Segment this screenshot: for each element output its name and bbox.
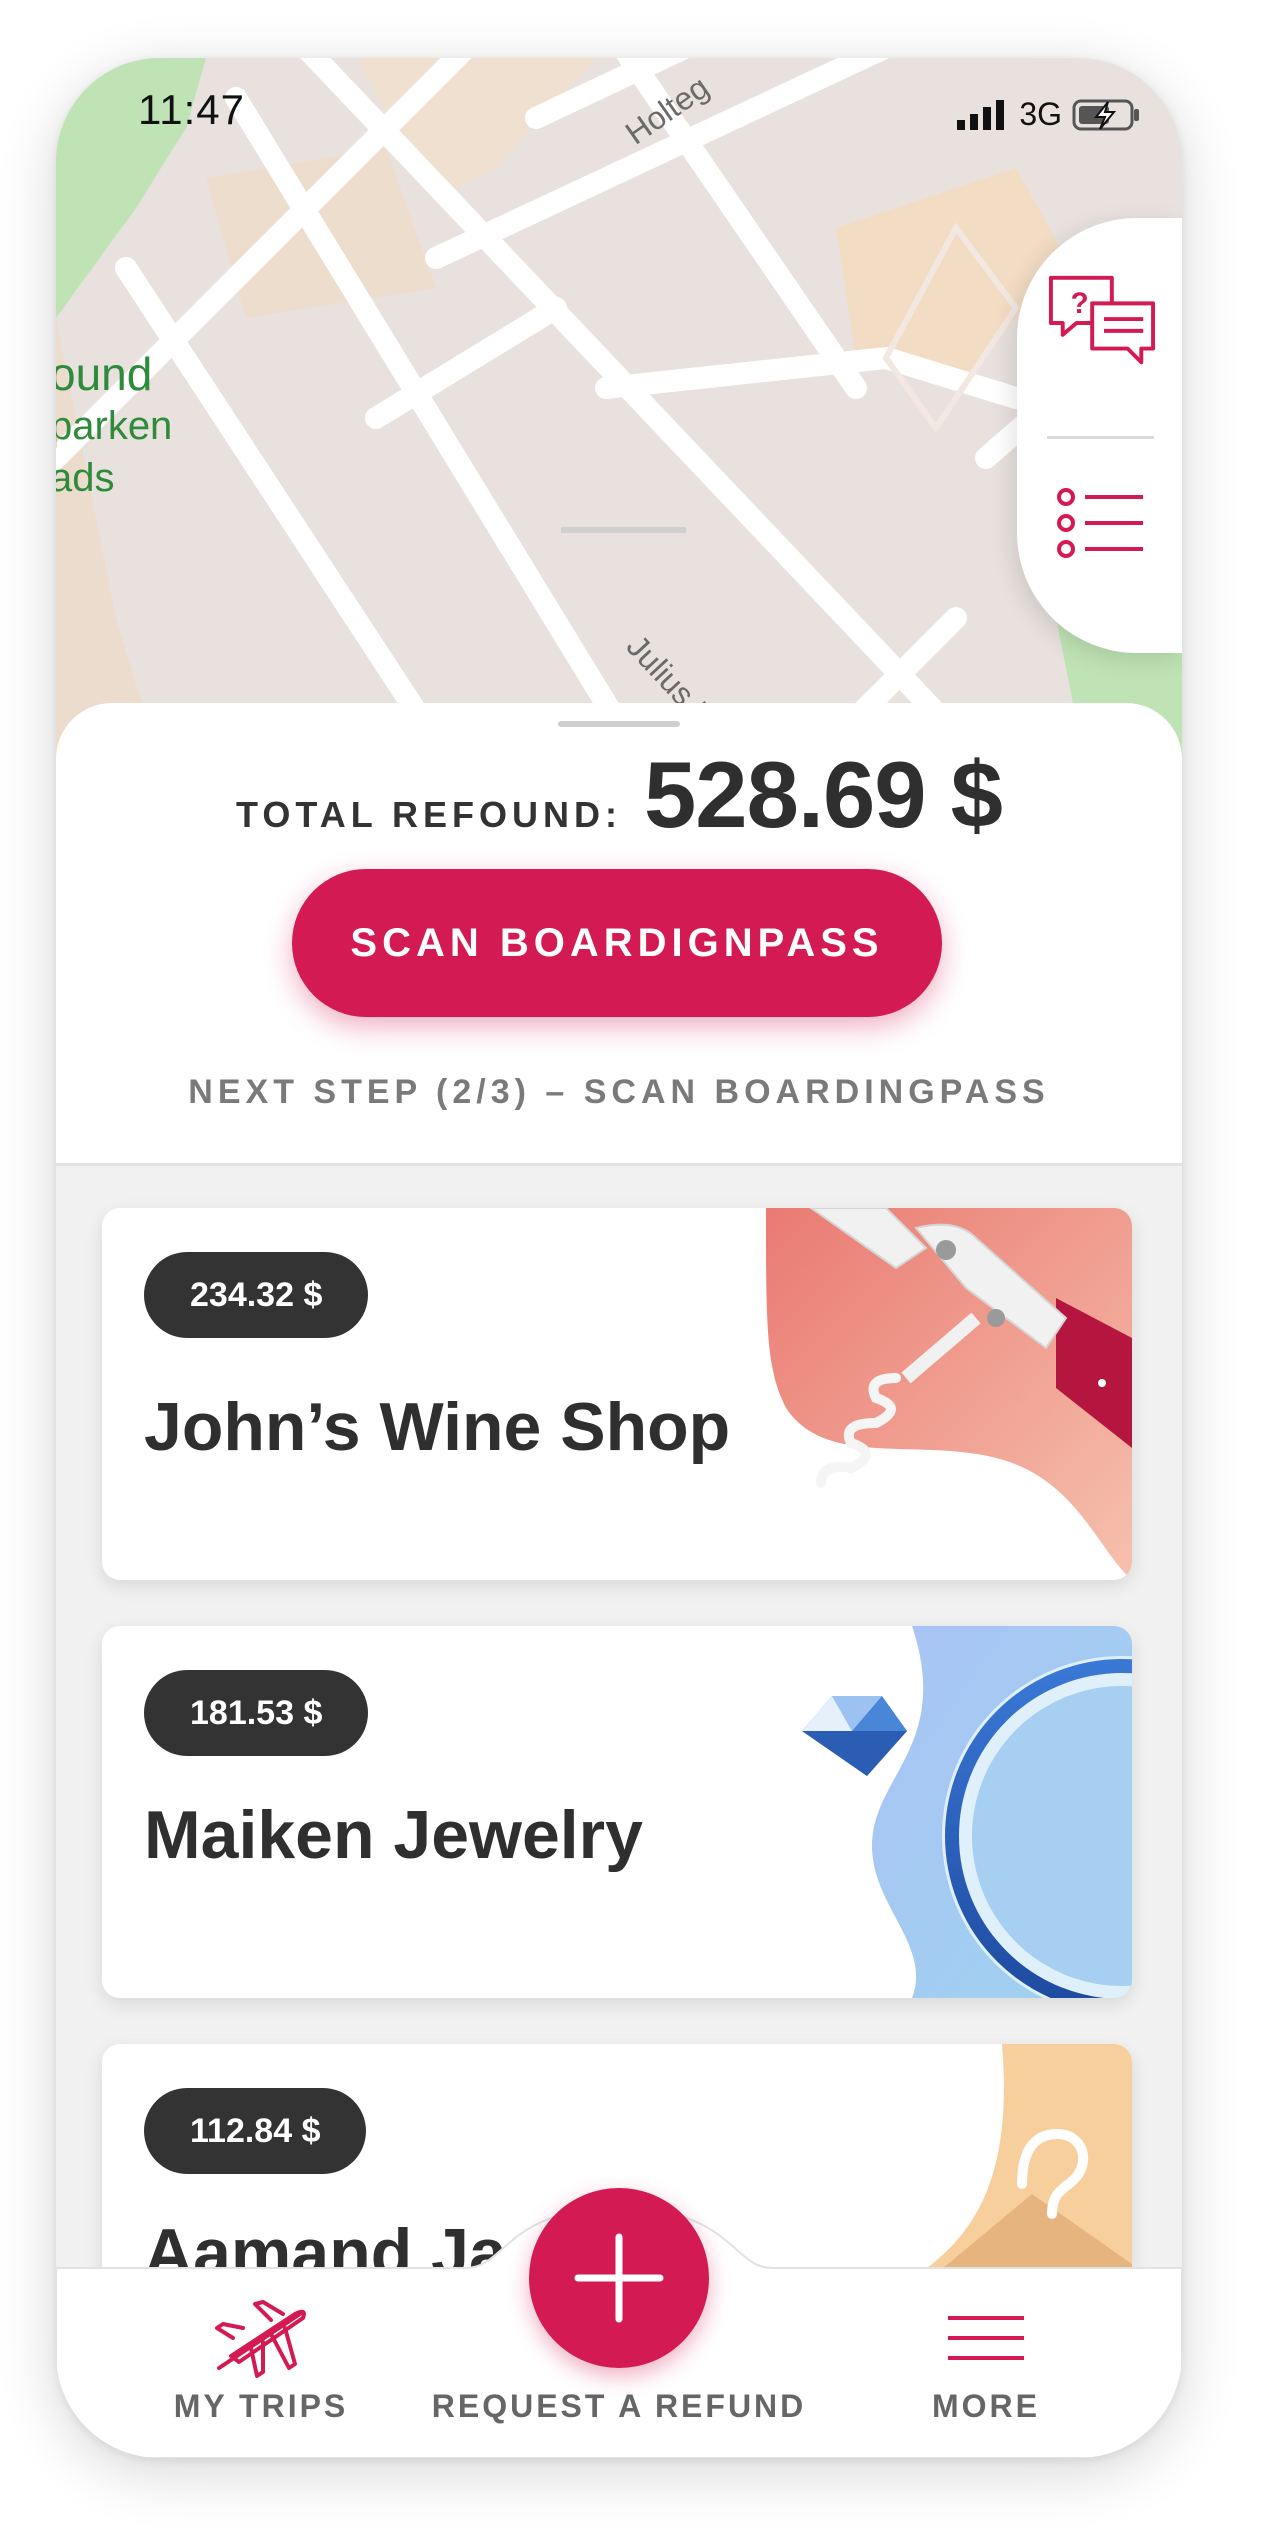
tab-my-trips-label: MY TRIPS — [173, 2388, 349, 2424]
next-step-text: NEXT STEP (2/3) – SCAN BOARDINGPASS — [188, 1073, 1050, 1111]
side-panel-divider — [1047, 436, 1154, 439]
receipt-card[interactable]: 181.53 $ Maiken Jewelry — [102, 1626, 1132, 1998]
receipt-card[interactable]: 234.32 $ John’s Wine Shop — [102, 1208, 1132, 1580]
corkscrew-illustration — [766, 1208, 1132, 1580]
svg-text:?: ? — [1071, 287, 1089, 320]
total-refund-row: TOTAL REFOUND: 528.69 $ — [56, 741, 1182, 849]
receipt-amount-badge: 234.32 $ — [144, 1252, 369, 1338]
total-refund-value: 528.69 $ — [644, 742, 1003, 847]
sheet-drag-handle[interactable] — [558, 721, 680, 727]
tab-more-label: MORE — [932, 2388, 1040, 2424]
receipt-shop-name: Maiken Jewelry — [144, 1797, 643, 1873]
airplane-icon — [215, 2300, 306, 2378]
diamond-ring-illustration — [802, 1626, 1132, 1998]
hamburger-menu-icon — [948, 2316, 1024, 2360]
receipt-amount-badge: 181.53 $ — [144, 1670, 369, 1756]
network-type: 3G — [1019, 96, 1062, 132]
scan-boardingpass-button[interactable]: SCAN BOARDIGNPASS — [292, 869, 942, 1017]
tab-request-refund-label: REQUEST A REFUND — [431, 2388, 807, 2424]
total-refund-label: TOTAL REFOUND: — [236, 794, 623, 835]
help-chat-button[interactable]: ? — [1047, 268, 1157, 378]
tab-my-trips[interactable]: MY TRIPS — [166, 2268, 356, 2458]
plus-icon — [574, 2233, 664, 2323]
map-side-panel: ? — [1017, 218, 1182, 653]
phone-screen: Holteg Julius Bloms G ound parken ads 11… — [56, 58, 1182, 2458]
list-view-button[interactable] — [1047, 468, 1157, 578]
park-label: ound parken ads — [56, 348, 172, 504]
status-indicators: 3G — [957, 96, 1142, 133]
park-label-line-1: ound — [56, 348, 153, 400]
request-refund-fab[interactable] — [529, 2188, 709, 2368]
refund-summary-sheet: TOTAL REFOUND: 528.69 $ SCAN BOARDIGNPAS… — [56, 703, 1182, 1166]
receipt-amount-badge: 112.84 $ — [144, 2088, 367, 2174]
park-label-line-3: ads — [56, 456, 115, 500]
park-label-line-2: parken — [56, 404, 173, 448]
tab-more[interactable]: MORE — [926, 2268, 1046, 2458]
signal-icon — [957, 99, 1005, 130]
receipt-shop-name: John’s Wine Shop — [144, 1389, 731, 1465]
status-time: 11:47 — [138, 86, 245, 133]
help-chat-icon: ? — [1048, 275, 1156, 365]
battery-icon — [1072, 99, 1139, 130]
list-icon — [1057, 488, 1143, 558]
